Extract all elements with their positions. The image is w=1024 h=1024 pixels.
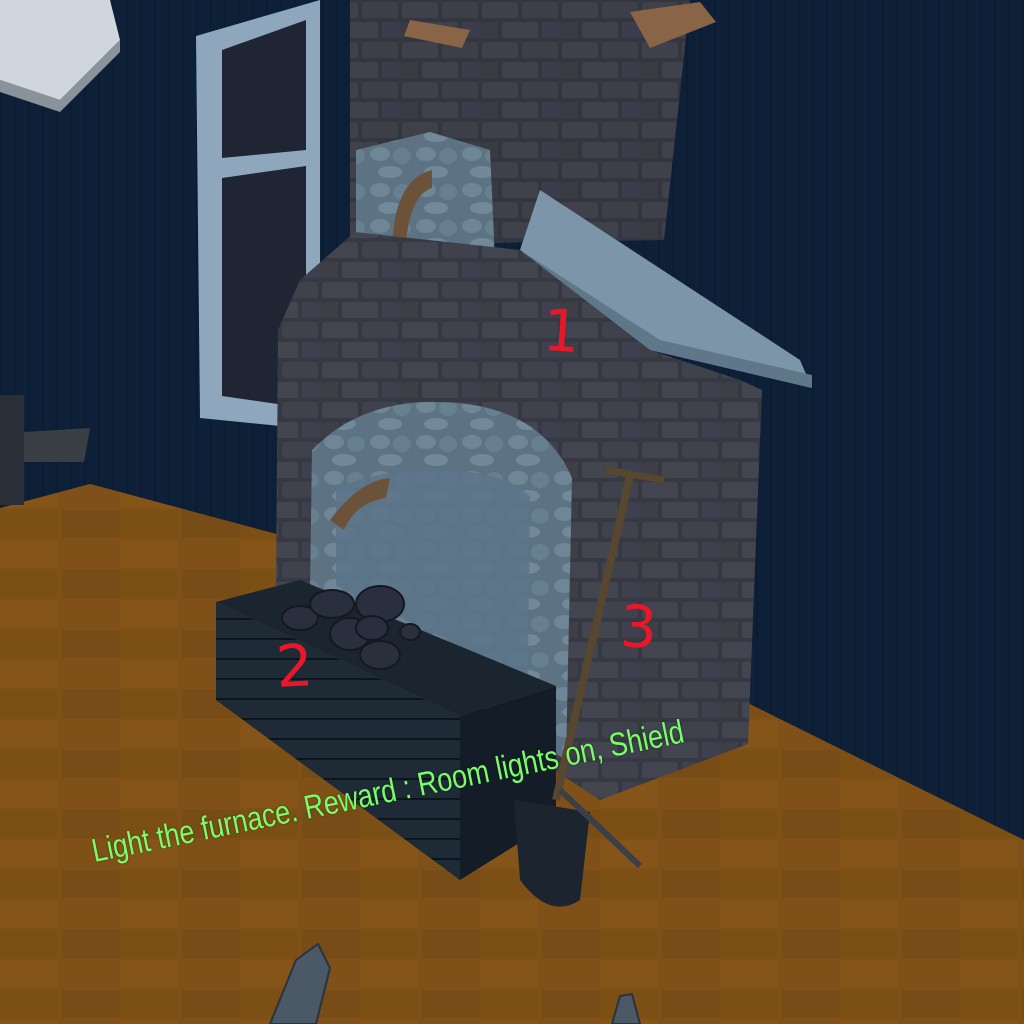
scene-graphics	[0, 0, 1024, 1024]
game-viewport[interactable]: 1 2 3 Light the furnace. Reward : Room l…	[0, 0, 1024, 1024]
